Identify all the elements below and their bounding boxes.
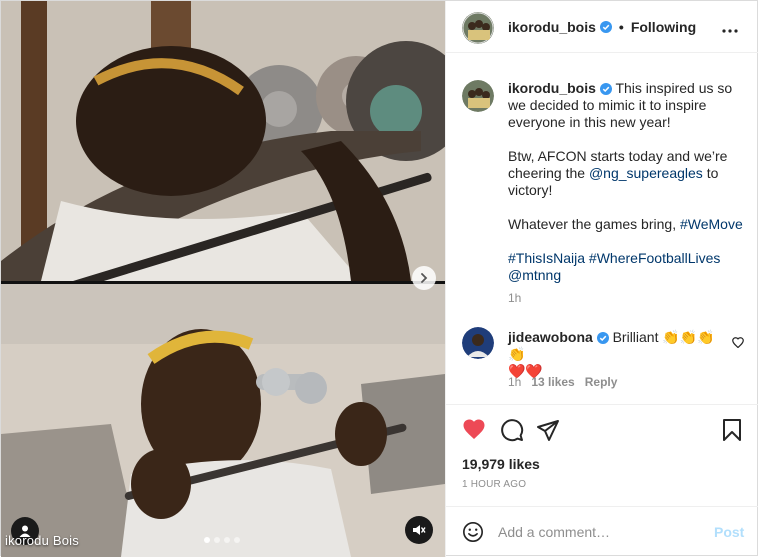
mute-button[interactable] [405, 516, 433, 544]
comment-likes[interactable]: 13 likes [531, 375, 574, 389]
verified-badge-icon [599, 83, 612, 95]
video-frame-top [1, 1, 445, 281]
more-options-button[interactable] [722, 21, 738, 36]
caption-paragraph: Btw, AFCON starts today and we’re cheeri… [508, 148, 744, 199]
caption-timestamp[interactable]: 1h [508, 291, 521, 305]
author-username[interactable]: ikorodu_bois [508, 19, 596, 35]
hashtag-link[interactable]: #ThisIsNaija [508, 250, 585, 266]
group-photo-avatar [462, 80, 494, 112]
share-button[interactable] [536, 418, 560, 445]
weightlifter-photo-bottom [1, 284, 445, 557]
post-author: ikorodu_bois • Following [508, 19, 696, 35]
post-header: ikorodu_bois • Following [446, 1, 758, 53]
next-slide-button[interactable] [412, 266, 436, 290]
post-dialog: ikorodu Bois ikorodu_bois • Following ik… [0, 0, 758, 557]
like-comment-button[interactable] [732, 336, 744, 351]
chevron-right-icon [421, 273, 428, 283]
verified-badge-icon [596, 332, 609, 344]
post-date[interactable]: 1 HOUR AGO [462, 479, 526, 490]
post-side-panel: ikorodu_bois • Following ikorodu_bois Th… [445, 1, 758, 557]
caption-paragraph: #ThisIsNaija #WhereFootballLives @mtnng [508, 250, 744, 284]
emoji-button[interactable] [462, 521, 484, 546]
caption-paragraph: ikorodu_bois This inspired us so we deci… [508, 80, 744, 131]
post-media[interactable]: ikorodu Bois [1, 1, 445, 557]
save-button[interactable] [722, 418, 742, 445]
send-paper-plane-icon [537, 420, 559, 441]
bookmark-icon [723, 419, 741, 441]
avatar[interactable] [462, 12, 494, 44]
comment-button[interactable] [500, 418, 524, 445]
weightlifter-photo-top [1, 1, 445, 281]
carousel-dot [234, 537, 240, 543]
comment-timestamp[interactable]: 1h [508, 375, 521, 389]
heart-outline-icon [732, 337, 744, 349]
mention-link[interactable]: @mtnng [508, 267, 561, 283]
avatar[interactable] [462, 327, 494, 359]
reply-button[interactable]: Reply [585, 375, 618, 389]
mute-icon [413, 525, 426, 535]
video-watermark: ikorodu Bois [5, 533, 79, 548]
comment-bubble-icon [501, 419, 524, 442]
avatar[interactable] [462, 80, 494, 112]
post-actions [446, 406, 758, 454]
mention-link[interactable]: @ng_supereagles [589, 165, 703, 181]
comment-meta: 1h 13 likes Reply [508, 375, 617, 389]
more-horizontal-icon [722, 29, 738, 33]
emoji-smiley-icon [463, 522, 483, 542]
carousel-dot [214, 537, 220, 543]
comment: jideawobona Brilliant 👏👏👏👏 ❤️❤️ [508, 329, 726, 380]
caption-text: Whatever the games bring, [508, 216, 680, 232]
add-comment-bar: Post [446, 506, 758, 557]
video-frame-bottom [1, 284, 445, 557]
carousel-dot [224, 537, 230, 543]
verified-badge-icon [599, 21, 612, 33]
carousel-indicator [204, 537, 240, 543]
header-separator: • [618, 19, 624, 35]
add-comment-input[interactable] [498, 519, 698, 545]
post-caption: ikorodu_bois This inspired us so we deci… [508, 80, 744, 284]
following-button[interactable]: Following [631, 19, 696, 35]
post-comment-button[interactable]: Post [714, 524, 744, 540]
heart-filled-icon [463, 419, 485, 439]
hashtag-link[interactable]: #WeMove [680, 216, 743, 232]
group-photo-avatar [462, 12, 494, 44]
caption-paragraph: Whatever the games bring, #WeMove [508, 216, 744, 233]
comments-section: ikorodu_bois This inspired us so we deci… [446, 54, 758, 405]
like-button[interactable] [462, 418, 486, 443]
commenter-avatar-photo [462, 327, 494, 359]
caption-username[interactable]: ikorodu_bois [508, 80, 596, 96]
carousel-dot [204, 537, 210, 543]
comment-username[interactable]: jideawobona [508, 329, 593, 345]
like-count[interactable]: 19,979 likes [462, 456, 540, 472]
hashtag-link[interactable]: #WhereFootballLives [589, 250, 721, 266]
